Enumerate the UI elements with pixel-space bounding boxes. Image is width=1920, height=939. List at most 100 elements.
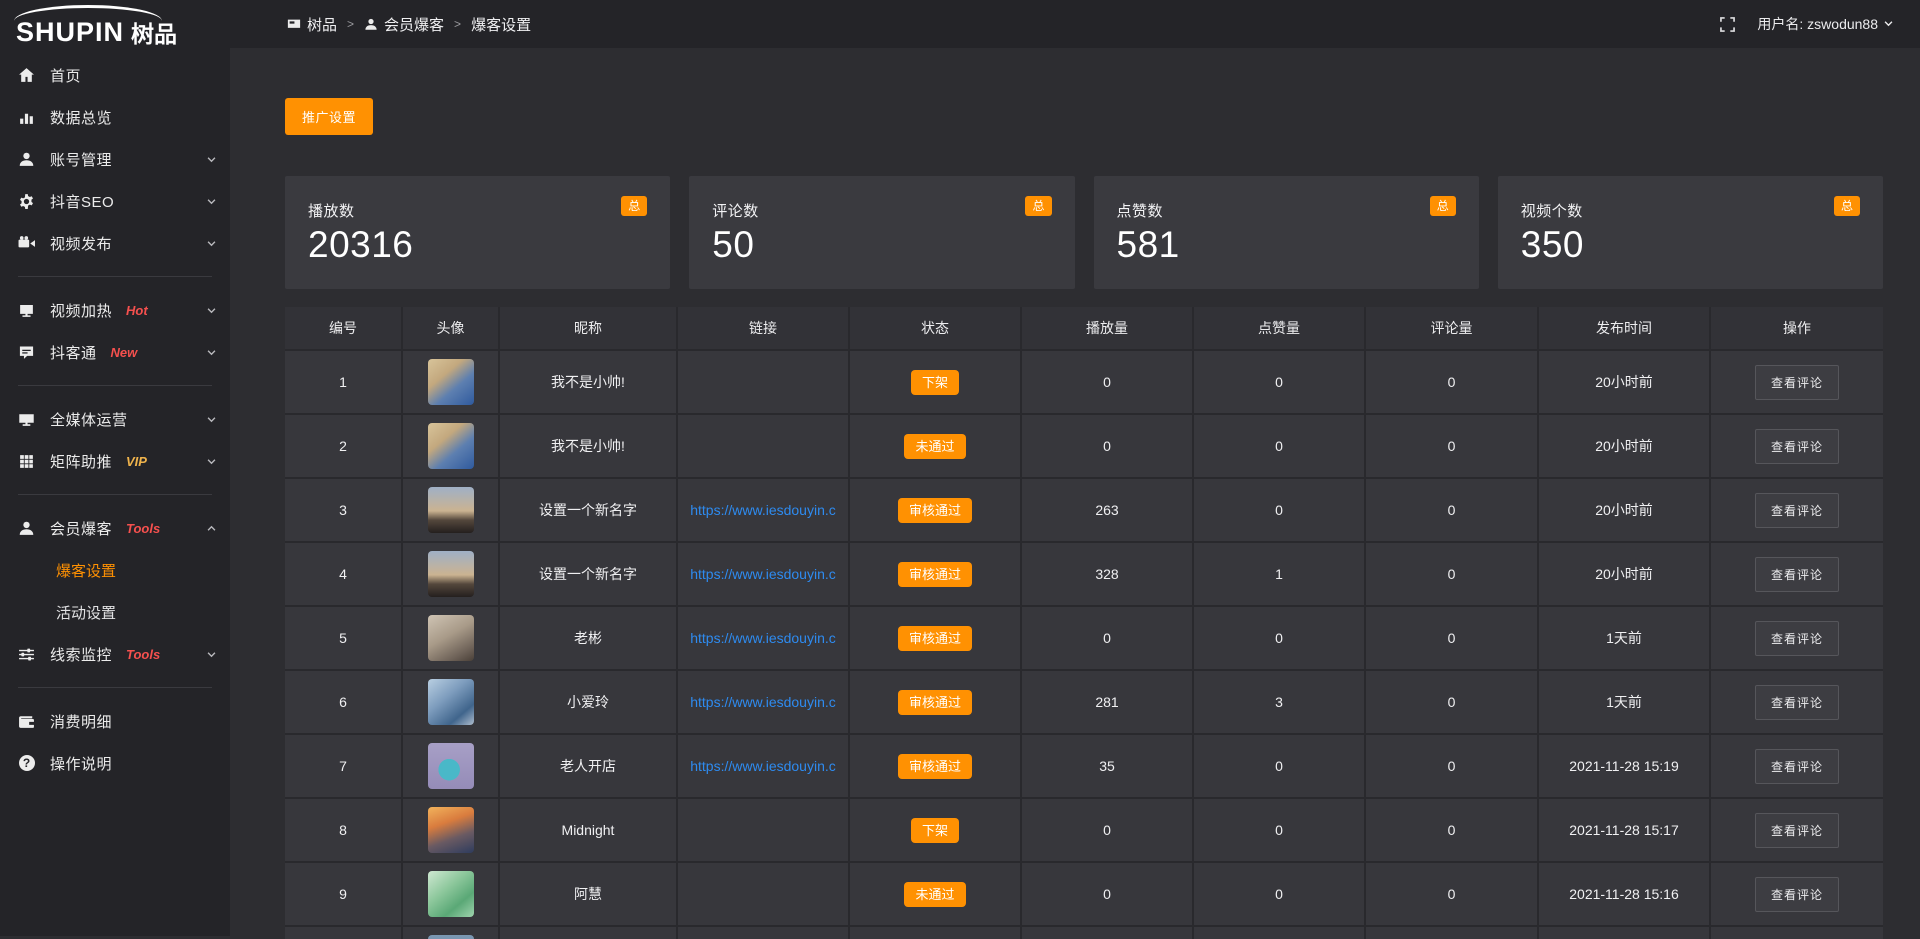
sidebar-item-视频加热[interactable]: 视频加热 Hot xyxy=(0,289,230,331)
action-cell: 查看评论 xyxy=(1711,607,1883,669)
view-comments-button[interactable]: 查看评论 xyxy=(1755,685,1839,720)
user-menu[interactable]: 用户名: zswodun88 xyxy=(1757,14,1894,34)
chevron-down-icon xyxy=(206,347,217,358)
sidebar-divider xyxy=(18,687,212,688)
column-header-评论量: 评论量 xyxy=(1366,307,1537,349)
stat-label: 视频个数 xyxy=(1521,200,1883,221)
sidebar-item-label: 全媒体运营 xyxy=(50,409,128,430)
sidebar-item-操作说明[interactable]: ?操作说明 xyxy=(0,742,230,784)
status-badge: 审核通过 xyxy=(898,626,972,651)
action-cell: 查看评论 xyxy=(1711,415,1883,477)
link-cell: https://www.iesdouyin.c xyxy=(678,479,848,541)
sidebar-item-badge: Tools xyxy=(126,647,160,662)
sidebar-item-会员爆客[interactable]: 会员爆客Tools xyxy=(0,507,230,549)
likes-cell: 0 xyxy=(1194,735,1364,797)
row-number-cell: 6 xyxy=(285,671,401,733)
view-comments-button[interactable]: 查看评论 xyxy=(1755,365,1839,400)
fullscreen-icon[interactable] xyxy=(1720,17,1735,32)
sidebar: SHUPIN 树品 首页数据总览账号管理抖音SEO视频发布视频加热 Hot 抖客通N… xyxy=(0,0,230,936)
wallet-icon xyxy=(18,713,35,730)
username-label: 用户名: zswodun88 xyxy=(1757,14,1878,34)
view-comments-button[interactable]: 查看评论 xyxy=(1755,557,1839,592)
action-cell: 查看评论 xyxy=(1711,799,1883,861)
video-link[interactable]: https://www.iesdouyin.c xyxy=(690,566,836,582)
nickname-cell: 我不是小帅! xyxy=(500,351,676,413)
video-link[interactable]: https://www.iesdouyin.c xyxy=(690,502,836,518)
status-badge: 下架 xyxy=(911,370,959,395)
app-logo: SHUPIN 树品 xyxy=(0,0,230,50)
view-comments-button[interactable]: 查看评论 xyxy=(1755,749,1839,784)
comments-cell: 0 xyxy=(1366,671,1537,733)
comments-cell: 0 xyxy=(1366,543,1537,605)
comments-cell: 0 xyxy=(1366,799,1537,861)
sidebar-item-矩阵助推[interactable]: 矩阵助推VIP xyxy=(0,440,230,482)
link-cell: https://www.iesdouyin.c xyxy=(678,735,848,797)
view-comments-button[interactable]: 查看评论 xyxy=(1755,621,1839,656)
avatar xyxy=(428,423,474,469)
sidebar-item-badge: Tools xyxy=(126,521,160,536)
likes-cell: 0 xyxy=(1194,863,1364,925)
stat-label: 点赞数 xyxy=(1117,200,1479,221)
likes-cell: 0 xyxy=(1194,415,1364,477)
link-cell: https://www.iesdouyin.c xyxy=(678,543,848,605)
nickname-cell xyxy=(500,927,676,939)
nickname-cell: 设置一个新名字 xyxy=(500,479,676,541)
avatar-cell xyxy=(403,607,498,669)
videos-table: 编号头像昵称链接状态播放量点赞量评论量发布时间操作1我不是小帅!下架00020小… xyxy=(285,307,1883,939)
breadcrumb-item-会员爆客[interactable]: 会员爆客 xyxy=(364,14,444,35)
sidebar-item-消费明细[interactable]: 消费明细 xyxy=(0,700,230,742)
time-cell xyxy=(1539,927,1709,939)
sidebar-item-账号管理[interactable]: 账号管理 xyxy=(0,138,230,180)
sidebar-item-数据总览[interactable]: 数据总览 xyxy=(0,96,230,138)
comments-cell: 0 xyxy=(1366,351,1537,413)
video-link[interactable]: https://www.iesdouyin.c xyxy=(690,630,836,646)
plays-cell: 35 xyxy=(1022,735,1192,797)
sidebar-item-badge: VIP xyxy=(126,454,147,469)
sidebar-item-线索监控[interactable]: 线索监控Tools xyxy=(0,633,230,675)
display-icon xyxy=(287,16,301,33)
avatar xyxy=(428,615,474,661)
sidebar-item-抖音SEO[interactable]: 抖音SEO xyxy=(0,180,230,222)
status-badge: 未通过 xyxy=(904,882,965,907)
sidebar-item-抖客通[interactable]: 抖客通New xyxy=(0,331,230,373)
total-badge: 总 xyxy=(1025,196,1051,216)
sidebar-item-badge: Hot xyxy=(126,303,148,318)
status-badge: 审核通过 xyxy=(898,498,972,523)
sidebar-item-label: 视频加热 xyxy=(50,300,112,321)
sidebar-item-视频发布[interactable]: 视频发布 xyxy=(0,222,230,264)
view-comments-button[interactable]: 查看评论 xyxy=(1755,429,1839,464)
sidebar-subitem-活动设置[interactable]: 活动设置 xyxy=(0,591,230,633)
stat-value: 581 xyxy=(1117,224,1479,266)
view-comments-button[interactable]: 查看评论 xyxy=(1755,813,1839,848)
comments-cell: 0 xyxy=(1366,863,1537,925)
home-icon xyxy=(18,67,35,84)
avatar-cell xyxy=(403,735,498,797)
video-link[interactable]: https://www.iesdouyin.c xyxy=(690,694,836,710)
videos-table-wrapper: 编号头像昵称链接状态播放量点赞量评论量发布时间操作1我不是小帅!下架00020小… xyxy=(285,307,1883,939)
column-header-状态: 状态 xyxy=(850,307,1020,349)
stat-value: 50 xyxy=(712,224,1074,266)
promo-settings-button[interactable]: 推广设置 xyxy=(285,98,373,135)
breadcrumb-item-爆客设置: 爆客设置 xyxy=(471,14,531,35)
time-cell: 1天前 xyxy=(1539,671,1709,733)
sidebar-item-首页[interactable]: 首页 xyxy=(0,54,230,96)
sidebar-item-全媒体运营[interactable]: 全媒体运营 xyxy=(0,398,230,440)
topbar: 树品>会员爆客>爆客设置 用户名: zswodun88 xyxy=(230,0,1920,48)
video-link[interactable]: https://www.iesdouyin.c xyxy=(690,758,836,774)
sidebar-subitem-爆客设置[interactable]: 爆客设置 xyxy=(0,549,230,591)
column-header-发布时间: 发布时间 xyxy=(1539,307,1709,349)
user-icon xyxy=(18,151,35,168)
likes-cell: 0 xyxy=(1194,607,1364,669)
avatar-cell xyxy=(403,415,498,477)
status-cell: 审核通过 xyxy=(850,607,1020,669)
link-cell xyxy=(678,863,848,925)
view-comments-button[interactable]: 查看评论 xyxy=(1755,493,1839,528)
status-cell: 审核通过 xyxy=(850,543,1020,605)
avatar-cell xyxy=(403,479,498,541)
status-cell: 未通过 xyxy=(850,863,1020,925)
view-comments-button[interactable]: 查看评论 xyxy=(1755,877,1839,912)
nickname-cell: 老人开店 xyxy=(500,735,676,797)
time-cell: 20小时前 xyxy=(1539,351,1709,413)
avatar xyxy=(428,359,474,405)
breadcrumb-item-树品[interactable]: 树品 xyxy=(287,14,337,35)
